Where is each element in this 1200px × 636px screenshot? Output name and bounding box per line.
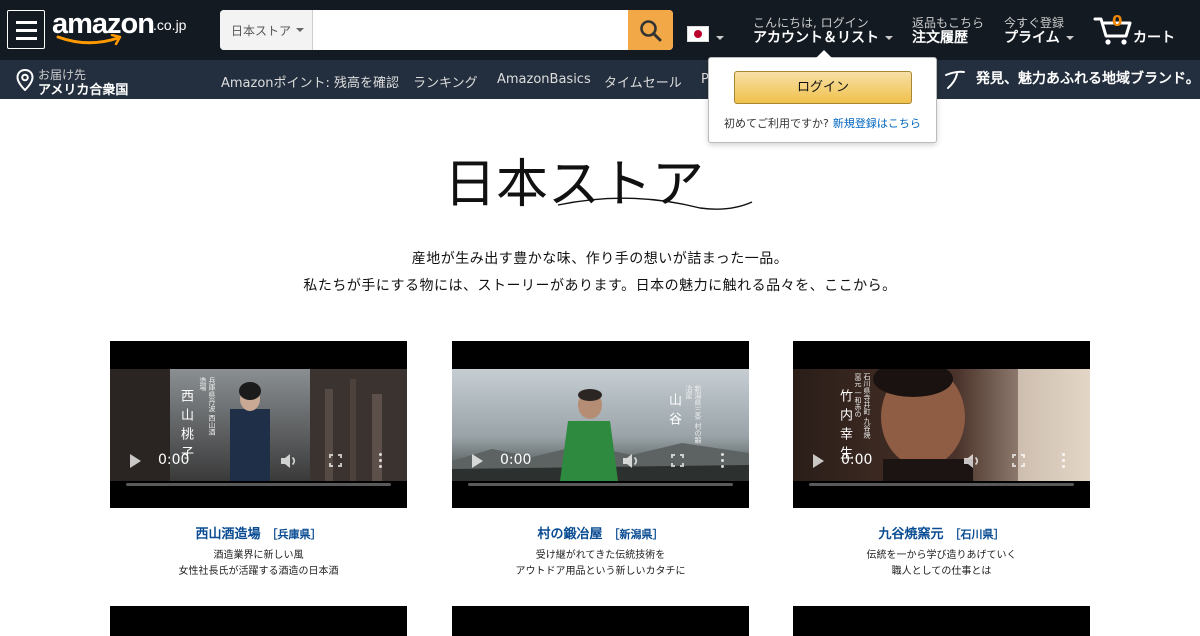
- new-customer-row: 初めてご利用ですか? 新規登録はこちら: [724, 115, 921, 131]
- video-player-next-row[interactable]: [793, 606, 1090, 636]
- video-overlay-subtitle: 石川県寺井町 九谷焼窯元 一和赤の: [854, 373, 871, 439]
- search-input[interactable]: [313, 10, 628, 50]
- card-description: 酒造業界に新しい風 女性社長氏が活躍する酒造の日本酒: [110, 548, 407, 580]
- cart-label: カート: [1133, 30, 1175, 46]
- orders-link[interactable]: 注文履歴: [912, 27, 968, 47]
- card-desc-line-2: 女性社長氏が活躍する酒造の日本酒: [178, 566, 339, 577]
- first-time-label: 初めてご利用ですか?: [724, 117, 829, 130]
- card-description: 伝統を一から学び造りあげていく 職人としての仕事とは: [793, 548, 1090, 580]
- volume-icon[interactable]: [280, 453, 298, 469]
- menu-hamburger-button[interactable]: [7, 10, 45, 49]
- regional-brand-promo[interactable]: 発見、魅力あふれる地域ブランド。: [944, 68, 1200, 89]
- subnav-link-ranking[interactable]: ランキング: [413, 72, 478, 91]
- caret-down-icon: [885, 36, 893, 40]
- cart-button[interactable]: 0 カート: [1093, 10, 1183, 50]
- store-card-murano-kajiya: 山谷 新潟県三条 村の鍛冶屋 0:00 村の鍛冶屋 ［新潟県］ 受け継がれてきた伝…: [452, 341, 749, 580]
- card-title[interactable]: 九谷焼窯元 ［石川県］: [793, 523, 1090, 542]
- subnav-link-amazonbasics[interactable]: AmazonBasics: [497, 72, 591, 87]
- play-icon[interactable]: [813, 454, 824, 468]
- smile-arrow-icon: [56, 34, 122, 46]
- account-lists-link[interactable]: アカウント＆リスト: [753, 27, 893, 47]
- card-title[interactable]: 村の鍛冶屋 ［新潟県］: [452, 523, 749, 542]
- logo-domain-suffix: .co.jp: [153, 17, 187, 33]
- account-login-flyout: ログイン 初めてご利用ですか? 新規登録はこちら: [708, 50, 937, 143]
- caret-down-icon: [1065, 36, 1074, 40]
- fullscreen-icon[interactable]: [1012, 454, 1025, 467]
- prime-label: プライム: [1004, 30, 1060, 46]
- video-time: 0:00: [500, 452, 532, 468]
- video-overlay-name: 山谷: [666, 393, 681, 431]
- login-button[interactable]: ログイン: [734, 71, 912, 104]
- caret-down-icon: [716, 36, 724, 40]
- video-progress-bar[interactable]: [809, 483, 1074, 486]
- card-description: 受け継がれてきた伝統技術を アウトドア用品という新しいカタチに: [452, 548, 749, 580]
- video-progress-bar[interactable]: [126, 483, 391, 486]
- japan-store-title-logo: 日本ストア: [444, 155, 753, 215]
- location-pin-icon: [16, 69, 34, 91]
- cart-count: 0: [1112, 12, 1123, 30]
- brush-mark-icon: [945, 70, 965, 89]
- tagline-line-1: 産地が生み出す豊かな味、作り手の想いが詰まった一品。: [411, 251, 789, 267]
- video-player[interactable]: 西山桃子 兵庫県丹波 西山酒造場 0:00: [110, 341, 407, 508]
- search-category-dropdown[interactable]: 日本ストア: [220, 10, 313, 50]
- more-options-icon[interactable]: [379, 453, 383, 469]
- video-player[interactable]: 竹内幸生 石川県寺井町 九谷焼窯元 一和赤の 0:00: [793, 341, 1090, 508]
- video-time: 0:00: [841, 452, 873, 468]
- card-title[interactable]: 西山酒造場 ［兵庫県］: [110, 523, 407, 542]
- magnifier-icon: [640, 20, 662, 42]
- fullscreen-icon[interactable]: [329, 454, 342, 467]
- card-desc-line-2: 職人としての仕事とは: [891, 566, 992, 577]
- card-desc-line-1: 受け継がれてきた伝統技術を: [535, 550, 666, 561]
- search-category-label: 日本ストア: [231, 24, 292, 38]
- prime-link[interactable]: プライム: [1004, 27, 1074, 47]
- video-time: 0:00: [158, 452, 190, 468]
- card-prefecture: ［兵庫県］: [266, 528, 322, 541]
- store-card-kutaniyaki: 竹内幸生 石川県寺井町 九谷焼窯元 一和赤の 0:00 九谷焼窯元 ［石川県］ 伝…: [793, 341, 1090, 580]
- deliver-to-country[interactable]: アメリカ合衆国: [38, 79, 128, 98]
- video-overlay-subtitle: 新潟県三条 村の鍛冶屋: [685, 385, 702, 444]
- play-icon[interactable]: [130, 454, 141, 468]
- menu-bar-icon: [16, 29, 37, 32]
- more-options-icon[interactable]: [721, 453, 725, 469]
- language-flag-japan-icon[interactable]: [687, 26, 709, 42]
- card-name: 九谷焼窯元: [878, 527, 944, 542]
- search-button[interactable]: [628, 10, 673, 50]
- top-navigation: amazon .co.jp 日本ストア こんにちは, ログイン アカウント＆リス…: [0, 0, 1200, 60]
- sub-navigation: お届け先 アメリカ合衆国 Amazonポイント: 残高を確認 ランキング Ama…: [0, 60, 1200, 99]
- card-name: 村の鍛冶屋: [537, 527, 603, 542]
- register-link[interactable]: 新規登録はこちら: [833, 117, 921, 130]
- play-icon[interactable]: [472, 454, 483, 468]
- subnav-link-points[interactable]: Amazonポイント: 残高を確認: [221, 72, 399, 91]
- card-desc-line-1: 伝統を一から学び造りあげていく: [866, 550, 1017, 561]
- video-progress-bar[interactable]: [468, 483, 733, 486]
- search-bar: 日本ストア: [220, 10, 673, 50]
- amazon-logo[interactable]: amazon .co.jp: [52, 8, 187, 48]
- card-prefecture: ［石川県］: [949, 528, 1005, 541]
- video-player-next-row[interactable]: [452, 606, 749, 636]
- promo-text: 発見、魅力あふれる地域ブランド。: [976, 71, 1200, 87]
- page-title: 日本ストア: [444, 155, 704, 215]
- menu-bar-icon: [16, 37, 37, 40]
- video-player-next-row[interactable]: [110, 606, 407, 636]
- caret-down-icon: [296, 28, 304, 32]
- subnav-link-timesale[interactable]: タイムセール: [604, 72, 682, 91]
- volume-icon[interactable]: [963, 453, 981, 469]
- video-frame-alley: [110, 369, 407, 481]
- account-lists-label: アカウント＆リスト: [753, 30, 879, 46]
- volume-icon[interactable]: [622, 453, 640, 469]
- menu-bar-icon: [16, 21, 37, 24]
- video-frame-mountains: [452, 369, 749, 481]
- flyout-pointer: [816, 50, 832, 58]
- more-options-icon[interactable]: [1062, 453, 1066, 469]
- card-name: 西山酒造場: [195, 527, 261, 542]
- video-overlay-subtitle: 兵庫県丹波 西山酒造場: [199, 377, 216, 436]
- card-prefecture: ［新潟県］: [608, 528, 664, 541]
- video-player[interactable]: 山谷 新潟県三条 村の鍛冶屋 0:00: [452, 341, 749, 508]
- fullscreen-icon[interactable]: [671, 454, 684, 467]
- card-desc-line-2: アウトドア用品という新しいカタチに: [515, 566, 686, 577]
- store-card-nishiyama: 西山桃子 兵庫県丹波 西山酒造場 0:00 西山酒造場 ［兵庫県］ 酒造業界に新し…: [110, 341, 407, 580]
- card-desc-line-1: 酒造業界に新しい風: [213, 550, 304, 561]
- tagline-line-2: 私たちが手にする物には、ストーリーがあります。日本の魅力に触れる品々を、ここから…: [303, 278, 897, 294]
